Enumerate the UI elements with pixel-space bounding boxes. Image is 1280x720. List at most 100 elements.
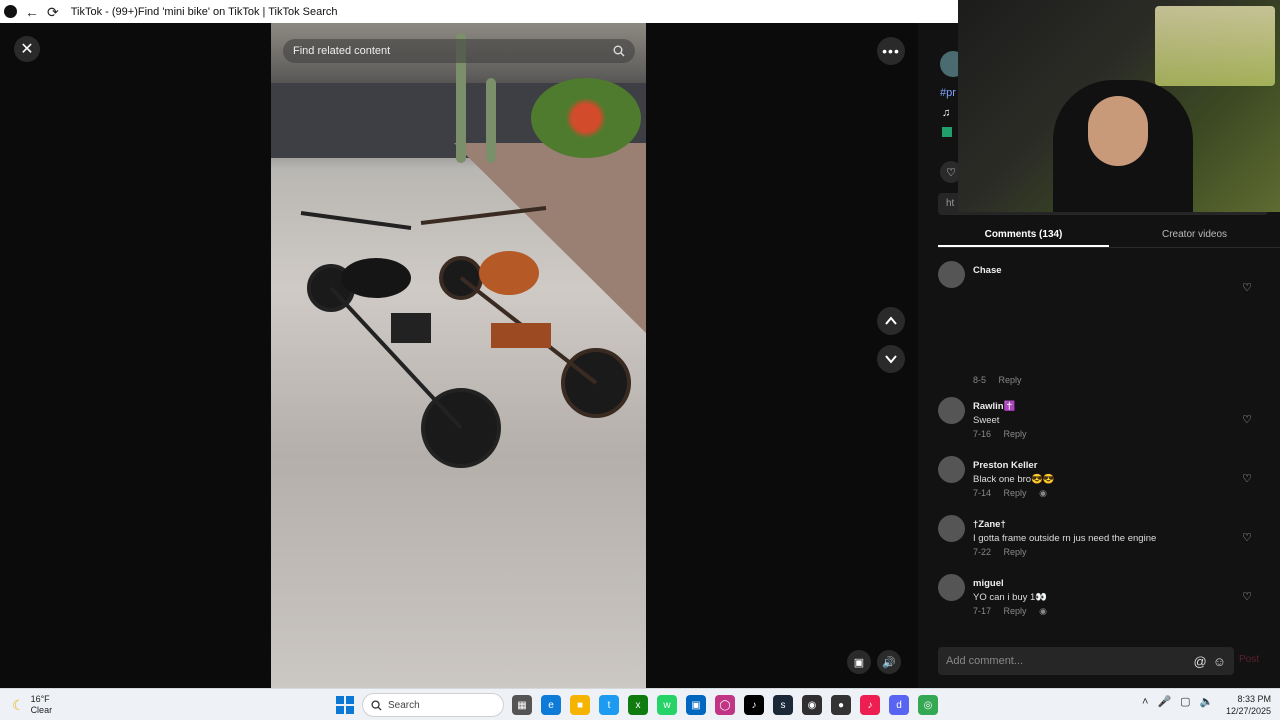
comment-date: 7-22 xyxy=(973,547,992,557)
reply-button[interactable]: Reply xyxy=(1004,488,1027,498)
weather-widget[interactable]: ☾ 16°F Clear xyxy=(12,694,52,716)
webcam-overlay xyxy=(958,0,1280,212)
steam-icon[interactable]: s xyxy=(773,695,793,715)
store-icon[interactable]: ▣ xyxy=(686,695,706,715)
reload-icon[interactable]: ⟳ xyxy=(47,5,59,19)
comment-meta: 7-17 Reply ◉ xyxy=(973,606,1057,617)
taskbar-search-label: Search xyxy=(388,699,420,711)
chevron-down-icon[interactable] xyxy=(877,345,905,373)
related-search-input[interactable]: Find related content xyxy=(293,45,613,57)
windows-taskbar: ☾ 16°F Clear Search ▦ e ■ t x w ▣ ◯ ♪ s … xyxy=(0,688,1280,720)
comment-date: 7-17 xyxy=(973,606,992,616)
comment-author[interactable]: miguel xyxy=(973,578,1004,589)
avatar[interactable] xyxy=(938,574,965,601)
video-cactus xyxy=(486,78,496,163)
video-viewer: ✕ Find related content ••• ▣ 🔊 xyxy=(0,23,918,688)
music-note-icon[interactable]: ♫ xyxy=(942,107,950,119)
avatar[interactable] xyxy=(938,397,965,424)
panel-tabs: Comments (134) Creator videos xyxy=(938,224,1280,248)
taskbar-search[interactable]: Search xyxy=(362,693,504,717)
creator-liked-icon: ◉ xyxy=(1039,488,1047,498)
video-frame[interactable] xyxy=(271,23,646,688)
microphone-icon[interactable]: 🎤 xyxy=(1157,695,1171,708)
heart-icon[interactable]: ♡ xyxy=(1242,590,1252,603)
tiktok-icon[interactable]: ♪ xyxy=(744,695,764,715)
avatar[interactable] xyxy=(938,515,965,542)
heart-icon[interactable]: ♡ xyxy=(1242,281,1252,294)
creator-liked-icon: ◉ xyxy=(1039,606,1047,616)
emoji-icon[interactable]: ☺ xyxy=(1213,654,1226,669)
more-dots-icon[interactable]: ••• xyxy=(877,37,905,65)
reply-button[interactable]: Reply xyxy=(999,375,1022,385)
avatar[interactable] xyxy=(938,261,965,288)
heart-icon[interactable]: ♡ xyxy=(1242,531,1252,544)
heart-icon[interactable]: ♡ xyxy=(1242,472,1252,485)
windows-start-icon[interactable] xyxy=(336,696,354,714)
comment-author[interactable]: Rawlin✝️ xyxy=(973,401,1015,412)
avatar[interactable] xyxy=(938,456,965,483)
reply-button[interactable]: Reply xyxy=(1004,429,1027,439)
comment-text: YO can i buy 1👀 xyxy=(973,592,1048,603)
weather-condition: Clear xyxy=(30,705,53,715)
xbox-icon[interactable]: x xyxy=(628,695,648,715)
related-search-bar[interactable]: Find related content xyxy=(283,39,635,63)
comment-meta: 8-5 Reply xyxy=(973,375,1032,385)
comment-author[interactable]: †Zane† xyxy=(973,519,1006,530)
webcam-face xyxy=(1088,96,1148,166)
discord-icon[interactable]: d xyxy=(889,695,909,715)
browser-app-icon xyxy=(4,5,17,18)
comment-text: I gotta frame outside rn jus need the en… xyxy=(973,533,1157,544)
picture-in-picture-icon[interactable]: ▣ xyxy=(847,650,871,674)
app-icon[interactable]: ● xyxy=(831,695,851,715)
webcam-mural xyxy=(1155,6,1275,86)
comment-field[interactable]: Add comment... xyxy=(946,655,1188,667)
twitter-icon[interactable]: t xyxy=(599,695,619,715)
comment-date: 8-5 xyxy=(973,375,987,385)
comment-author[interactable]: Preston Keller xyxy=(973,460,1037,471)
clock-time: 8:33 PM xyxy=(1237,694,1272,704)
video-bush xyxy=(531,78,641,158)
heart-icon[interactable]: ♡ xyxy=(1242,413,1252,426)
display-icon[interactable]: ▢ xyxy=(1180,695,1190,708)
close-icon[interactable]: ✕ xyxy=(14,36,40,62)
comment-meta: 7-16 Reply xyxy=(973,429,1037,439)
volume-icon[interactable]: 🔈 xyxy=(1200,695,1214,708)
task-view-icon[interactable]: ▦ xyxy=(512,695,532,715)
comment-text: Black one bro😎😎 xyxy=(973,474,1055,485)
moon-icon: ☾ xyxy=(12,696,25,713)
reply-button[interactable]: Reply xyxy=(1004,547,1027,557)
obs-icon[interactable]: ◉ xyxy=(802,695,822,715)
comment-text: Sweet xyxy=(973,415,1000,426)
system-tray: ˄ 🎤 ▢ 🔈 xyxy=(1142,695,1214,709)
instagram-icon[interactable]: ◯ xyxy=(715,695,735,715)
comment-author[interactable]: Chase xyxy=(973,265,1002,276)
reply-button[interactable]: Reply xyxy=(1004,606,1027,616)
badge-icon xyxy=(942,127,952,137)
volume-icon[interactable]: 🔊 xyxy=(877,650,901,674)
browser-titlebar: ← ⟳ TikTok - (99+)Find 'mini bike' on Ti… xyxy=(0,0,960,23)
chrome-icon[interactable]: ◎ xyxy=(918,695,938,715)
comment-meta: 7-14 Reply ◉ xyxy=(973,488,1057,499)
edge-icon[interactable]: e xyxy=(541,695,561,715)
taskbar-clock[interactable]: 8:33 PM 12/27/2025 xyxy=(1226,693,1271,717)
tab-creator-videos[interactable]: Creator videos xyxy=(1109,224,1280,247)
arrow-left-icon[interactable]: ← xyxy=(25,5,39,19)
comment-date: 7-14 xyxy=(973,488,992,498)
chevron-up-icon[interactable] xyxy=(877,307,905,335)
post-button[interactable]: Post xyxy=(1239,654,1259,665)
tab-comments[interactable]: Comments (134) xyxy=(938,224,1109,247)
hashtag-link[interactable]: #pr xyxy=(940,87,956,99)
folder-icon[interactable]: ■ xyxy=(570,695,590,715)
weather-temp: 16°F xyxy=(30,694,50,704)
video-minibikes xyxy=(300,206,631,468)
comment-date: 7-16 xyxy=(973,429,992,439)
at-mention-icon[interactable]: @ xyxy=(1194,654,1207,669)
whatsapp-icon[interactable]: w xyxy=(657,695,677,715)
comment-input[interactable]: Add comment... @ ☺ xyxy=(938,647,1234,675)
taskbar-apps: ▦ e ■ t x w ▣ ◯ ♪ s ◉ ● ♪ d ◎ xyxy=(512,695,938,715)
clock-date: 12/27/2025 xyxy=(1226,706,1272,716)
comment-meta: 7-22 Reply xyxy=(973,547,1037,557)
chevron-up-icon[interactable]: ˄ xyxy=(1142,696,1148,708)
search-icon[interactable] xyxy=(613,45,625,57)
tiktok-alt-icon[interactable]: ♪ xyxy=(860,695,880,715)
